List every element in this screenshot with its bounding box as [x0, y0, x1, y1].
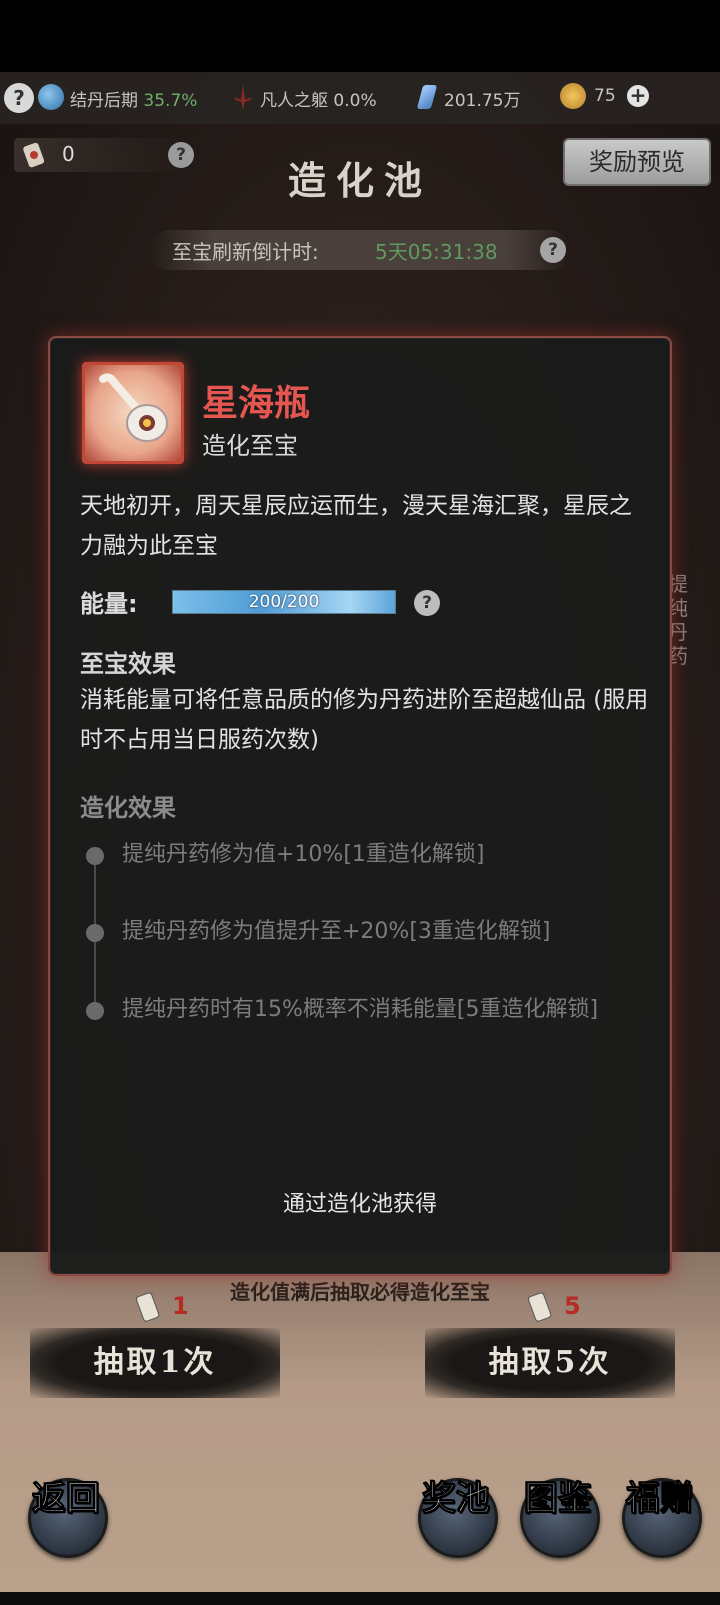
timeline-dot: [86, 1002, 104, 1020]
scroll-ticket-icon: [528, 1292, 552, 1322]
realm-stat[interactable]: 结丹后期 35.7%: [70, 86, 197, 111]
obtain-source-text: 通过造化池获得: [282, 1192, 437, 1217]
creation-effect-2: 提纯丹药修为值提升至+20%[3重造化解锁]: [122, 919, 551, 944]
item-icon-frame: [82, 362, 184, 464]
realm-label: 结丹后期: [70, 91, 138, 111]
draw1-cost: 1: [172, 1292, 189, 1320]
item-description: 天地初开，周天星辰应运而生，漫天星海汇聚，星辰之力融为此至宝: [80, 493, 632, 559]
timeline-dot: [86, 847, 104, 865]
prize-pool-label: 奖池: [422, 1479, 491, 1519]
energy-label: 能量:: [80, 590, 138, 618]
energy-bar: 200/200: [172, 590, 396, 614]
codex-label: 图鉴: [524, 1479, 593, 1519]
back-label: 返回: [32, 1479, 101, 1519]
draw-once-button[interactable]: 抽取1次: [30, 1328, 280, 1398]
countdown-time: 5天05:31:38: [375, 239, 498, 264]
scroll-ticket-icon: [136, 1292, 160, 1322]
gift-label: 福赠: [626, 1479, 695, 1519]
item-detail-modal[interactable]: 星海瓶 造化至宝 天地初开，周天星辰应运而生，漫天星海汇聚，星辰之力融为此至宝 …: [48, 336, 672, 1276]
realm-progress: 35.7%: [143, 91, 198, 111]
spirit-stone-icon: [416, 85, 438, 109]
currency-count: 75: [594, 86, 616, 106]
sword-icon: [234, 84, 252, 110]
star-sea-bottle-icon: [99, 373, 168, 442]
help-icon[interactable]: ?: [4, 83, 34, 113]
status-bar: ? 结丹后期 35.7% 凡人之躯 0.0% 201.75万 75 +: [0, 72, 720, 124]
guarantee-text: 造化值满后抽取必得造化至宝: [230, 1280, 490, 1304]
draw5-cost: 5: [564, 1292, 581, 1320]
draw-five-button[interactable]: 抽取5次: [425, 1328, 675, 1398]
creation-effect-3: 提纯丹药时有15%概率不消耗能量[5重造化解锁]: [122, 997, 599, 1022]
creation-effect-heading: 造化效果: [80, 794, 176, 822]
realm-icon: [38, 84, 64, 110]
reward-preview-button[interactable]: 奖励预览: [563, 138, 711, 186]
body-progress: 0.0%: [333, 91, 377, 111]
refresh-countdown: 至宝刷新倒计时: 5天05:31:38 ?: [150, 230, 570, 270]
treasure-effect-heading: 至宝效果: [80, 650, 176, 678]
coin-icon: [560, 83, 586, 109]
countdown-label: 至宝刷新倒计时:: [172, 239, 319, 264]
bottom-strip: [0, 1592, 720, 1605]
energy-help-icon[interactable]: ?: [414, 590, 440, 616]
body-stat[interactable]: 凡人之躯 0.0%: [260, 86, 377, 111]
creation-effect-1: 提纯丹药修为值+10%[1重造化解锁]: [122, 842, 485, 867]
timeline-dot: [86, 924, 104, 942]
add-currency-icon[interactable]: +: [627, 85, 649, 107]
treasure-effect-text: 消耗能量可将任意品质的修为丹药进阶至超越仙品 (服用时不占用当日服药次数): [80, 687, 649, 753]
item-type: 造化至宝: [202, 432, 298, 460]
countdown-help-icon[interactable]: ?: [540, 237, 566, 263]
body-label: 凡人之躯: [260, 91, 328, 111]
item-name: 星海瓶: [202, 383, 311, 424]
spirit-stone-count: 201.75万: [444, 91, 521, 111]
energy-value: 200/200: [248, 592, 320, 612]
